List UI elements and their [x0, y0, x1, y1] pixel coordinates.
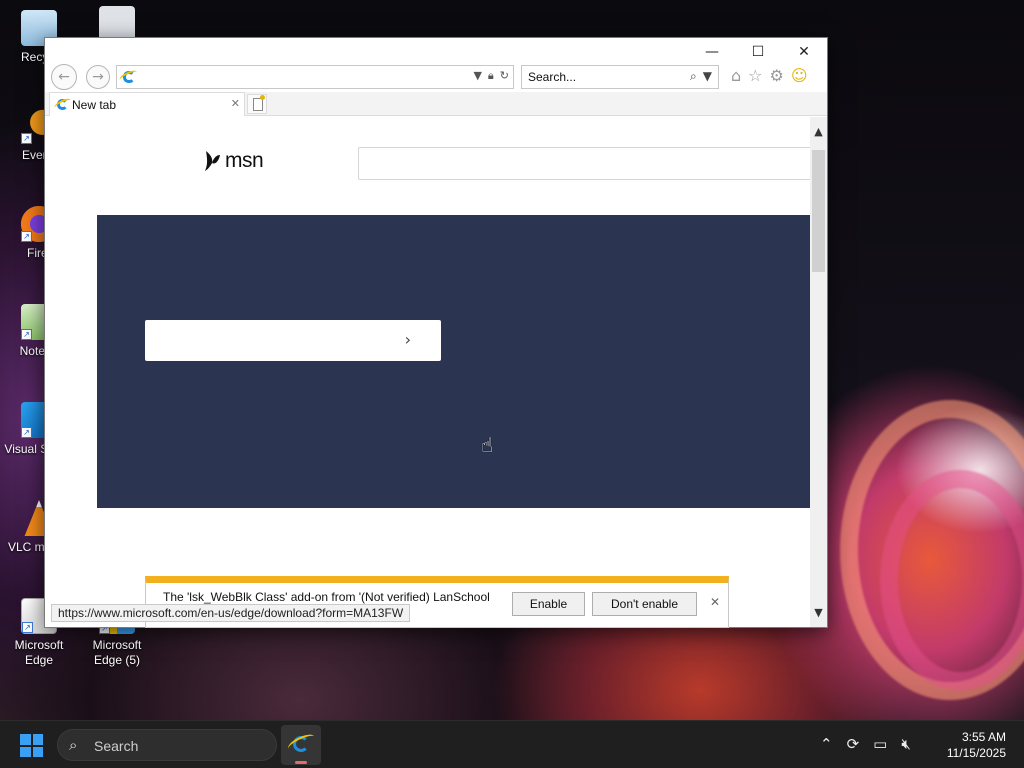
- chevron-right-icon: ›: [404, 330, 411, 349]
- ie-favicon-icon: [121, 69, 137, 85]
- shortcut-arrow-icon: ↗: [21, 427, 32, 438]
- windows-logo-icon: [32, 746, 43, 757]
- desktop-icon-label: Microsoft Edge: [14, 638, 64, 667]
- windows-logo-icon: [32, 734, 43, 745]
- msn-logo[interactable]: msn: [203, 149, 264, 173]
- status-bar-url: https://www.microsoft.com/en-us/edge/dow…: [51, 604, 411, 622]
- tab-new-tab[interactable]: New tab ✕: [49, 92, 245, 116]
- enable-button[interactable]: Enable: [512, 592, 585, 616]
- toolbar-right: ⌂ ☆ ⚙ ☺: [731, 66, 808, 85]
- scroll-down-icon[interactable]: ▼: [810, 604, 827, 621]
- taskbar: ⌕ Search ⌃ ⟳ ▭ 🔇︎ 3:55 AM 11/15/2025: [0, 720, 1024, 768]
- dropdown-arrow-icon[interactable]: ▼: [703, 69, 712, 84]
- clock-date: 11/15/2025: [946, 746, 1006, 760]
- ie-favicon-icon: [55, 97, 70, 112]
- shortcut-arrow-icon: ↗: [21, 231, 32, 242]
- window-controls: — ☐ ✕: [689, 38, 827, 66]
- favorites-star-icon[interactable]: ☆: [748, 66, 762, 85]
- refresh-icon[interactable]: ↻: [500, 69, 509, 83]
- search-icon: ⌕: [69, 736, 78, 754]
- search-box[interactable]: ⌕ ▼: [521, 65, 719, 89]
- new-tab-button[interactable]: [247, 94, 267, 114]
- scroll-up-icon[interactable]: ▲: [810, 123, 827, 140]
- maximize-button[interactable]: ☐: [735, 38, 781, 66]
- active-indicator: [295, 761, 307, 764]
- arrow-left-icon: ←: [58, 69, 70, 85]
- volume-muted-icon[interactable]: 🔇︎: [901, 735, 910, 753]
- taskbar-search-label: Search: [94, 738, 139, 754]
- vertical-scrollbar[interactable]: ▲ ▼: [810, 117, 827, 627]
- shortcut-arrow-icon: ↗: [21, 329, 32, 340]
- new-tab-star-icon: [260, 95, 265, 100]
- forward-button[interactable]: →: [86, 65, 110, 89]
- tab-label: New tab: [72, 98, 117, 112]
- taskbar-search[interactable]: ⌕ Search: [57, 729, 277, 761]
- msn-logo-text: msn: [225, 149, 264, 172]
- msn-butterfly-icon: [205, 151, 220, 171]
- shortcut-arrow-icon: ↗: [21, 133, 32, 144]
- hero-banner: ›: [97, 215, 811, 508]
- navigation-bar: ← → ▼ 🔒︎ ↻ ⌕ ▼ ⌂ ☆ ⚙ ☺: [45, 64, 827, 92]
- feedback-smiley-icon[interactable]: ☺: [791, 66, 808, 85]
- notification-close-icon[interactable]: ✕: [710, 595, 720, 609]
- dont-enable-button[interactable]: Don't enable: [592, 592, 697, 616]
- back-button[interactable]: ←: [51, 64, 77, 90]
- page-content: msn › ☝: [45, 117, 811, 627]
- search-input[interactable]: [528, 69, 678, 85]
- display-icon[interactable]: ▭: [873, 735, 887, 753]
- address-bar[interactable]: ▼ 🔒︎ ↻: [116, 65, 514, 89]
- tab-strip: New tab ✕: [45, 92, 827, 116]
- lock-icon[interactable]: 🔒︎: [488, 69, 494, 83]
- msn-search-input[interactable]: [358, 147, 811, 180]
- chevron-up-icon[interactable]: ⌃: [820, 735, 833, 753]
- gear-icon[interactable]: ⚙: [770, 66, 784, 85]
- ie-browser-window: — ☐ ✕ ← → ▼ 🔒︎ ↻ ⌕ ▼ ⌂ ☆ ⚙ ☺: [44, 37, 828, 628]
- home-icon[interactable]: ⌂: [731, 66, 741, 85]
- notification-message: The 'lsk_WebBlk Class' add-on from '(Not…: [163, 590, 490, 604]
- close-button[interactable]: ✕: [781, 38, 827, 66]
- arrow-right-icon: →: [92, 69, 104, 85]
- clock-time: 3:55 AM: [961, 730, 1006, 744]
- scrollbar-thumb[interactable]: [812, 150, 825, 272]
- search-icon[interactable]: ⌕: [690, 69, 697, 84]
- tab-close-icon[interactable]: ✕: [231, 97, 240, 110]
- windows-logo-icon: [20, 734, 31, 745]
- windows-logo-icon: [20, 746, 31, 757]
- minimize-button[interactable]: —: [689, 38, 735, 66]
- dropdown-arrow-icon[interactable]: ▼: [473, 69, 481, 83]
- hand-cursor-icon: ☝: [481, 433, 494, 457]
- hero-cta-button[interactable]: ›: [145, 320, 441, 361]
- sync-icon[interactable]: ⟳: [847, 735, 860, 753]
- desktop-icon-label: Microsoft Edge (5): [92, 638, 142, 667]
- taskbar-ie-button[interactable]: [281, 725, 321, 765]
- ie-icon: [289, 732, 313, 756]
- shortcut-arrow-icon: ↗: [22, 622, 33, 633]
- taskbar-clock[interactable]: 3:55 AM 11/15/2025: [947, 729, 1006, 761]
- start-button[interactable]: [20, 734, 43, 757]
- system-tray: ⌃ ⟳ ▭ 🔇︎: [820, 735, 911, 753]
